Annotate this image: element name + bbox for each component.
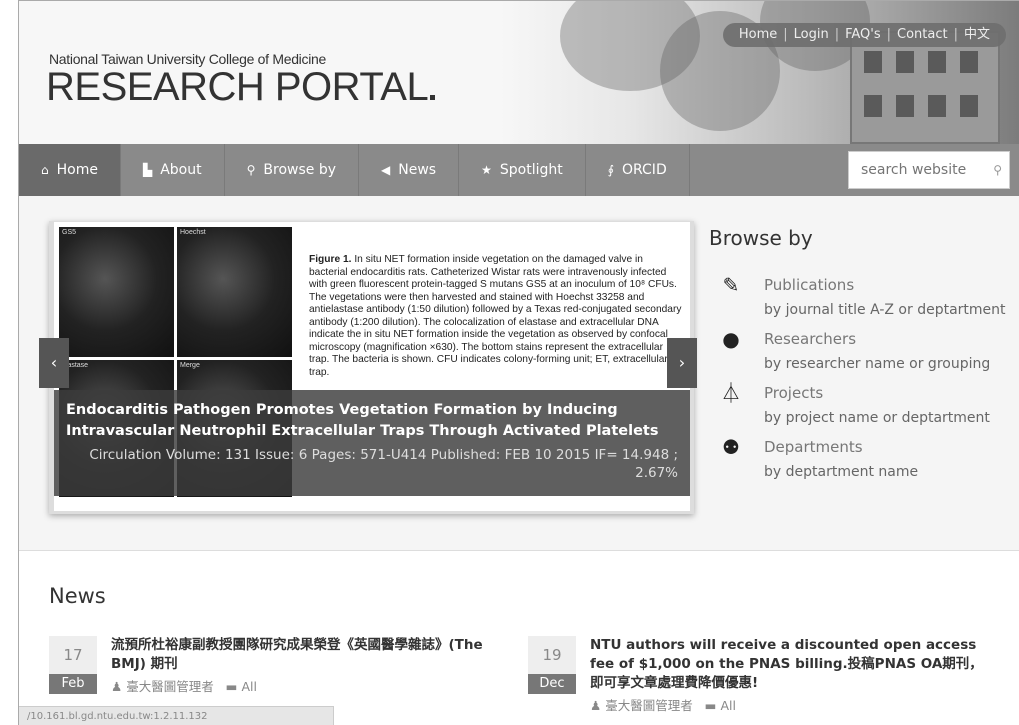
browse-researchers[interactable]: ● Researchers by researcher name or grou… bbox=[709, 328, 1009, 374]
browser-status-bar: /10.161.bl.gd.ntu.edu.tw:1.2.11.132 bbox=[19, 706, 334, 725]
building-image bbox=[850, 31, 1000, 144]
browse-projects-label[interactable]: Projects bbox=[764, 382, 1009, 404]
browse-researchers-label[interactable]: Researchers bbox=[764, 328, 1009, 350]
home-icon: ⌂ bbox=[41, 163, 49, 177]
nav-orcid[interactable]: ∮ ORCID bbox=[586, 144, 690, 196]
slider-prev-button[interactable]: ‹ bbox=[39, 338, 69, 388]
browse-publications-desc: by journal title A-Z or deptartment bbox=[764, 302, 1006, 318]
nav-about[interactable]: ▙ About bbox=[121, 144, 225, 196]
search-input[interactable] bbox=[848, 151, 1010, 189]
nav-spotlight[interactable]: ★ Spotlight bbox=[459, 144, 586, 196]
news-author: 臺大醫圖管理者 bbox=[126, 679, 214, 694]
toplink-login[interactable]: Login bbox=[788, 23, 835, 47]
news-category[interactable]: All bbox=[241, 679, 257, 694]
nav-home-label: Home bbox=[56, 162, 98, 178]
search-submit-icon[interactable]: ⚲ bbox=[993, 163, 1002, 177]
news-item[interactable]: 19 Dec NTU authors will receive a discou… bbox=[528, 636, 1003, 714]
top-links: Home | Login | FAQ's | Contact | 中文 bbox=[722, 23, 1006, 47]
featured-slider[interactable]: GS5 Hoechst elastase Merge Figure 1. In … bbox=[54, 222, 690, 511]
browse-by-title: Browse by bbox=[709, 226, 813, 250]
browse-departments[interactable]: ⚉ Departments by deptartment name bbox=[709, 436, 1009, 482]
browse-departments-desc: by deptartment name bbox=[764, 464, 919, 480]
date-month: Dec bbox=[528, 674, 576, 694]
search-icon: ⚲ bbox=[246, 163, 256, 177]
slider-next-button[interactable]: › bbox=[667, 338, 697, 388]
toplink-contact[interactable]: Contact bbox=[891, 23, 954, 47]
main-content: GS5 Hoechst elastase Merge Figure 1. In … bbox=[19, 196, 1019, 551]
news-meta: ♟ 臺大醫圖管理者 ▬ All bbox=[111, 676, 496, 695]
browser-viewport: National Taiwan University College of Me… bbox=[18, 0, 1019, 725]
news-author: 臺大醫圖管理者 bbox=[605, 698, 693, 713]
toplink-faq[interactable]: FAQ's bbox=[839, 23, 887, 47]
date-day: 17 bbox=[49, 636, 97, 674]
file-icon: ▙ bbox=[142, 163, 153, 177]
nav-home[interactable]: ⌂ Home bbox=[19, 144, 121, 196]
site-header: National Taiwan University College of Me… bbox=[19, 1, 1019, 144]
news-item[interactable]: 17 Feb 流預所杜裕康副教授團隊研究成果榮登《英國醫學雜誌》(The BMJ… bbox=[49, 636, 504, 695]
nav-browse-by[interactable]: ⚲ Browse by bbox=[225, 144, 360, 196]
link-icon: ∮ bbox=[607, 163, 614, 177]
date-badge: 19 Dec bbox=[528, 636, 576, 714]
logo-dot bbox=[430, 95, 436, 100]
folder-icon: ▬ bbox=[225, 679, 238, 694]
flask-icon: ⏃ bbox=[721, 381, 741, 405]
micrograph-hoechst: Hoechst bbox=[177, 227, 292, 357]
user-icon: ♟ bbox=[590, 698, 602, 713]
browse-projects[interactable]: ⏃ Projects by project name or deptartmen… bbox=[709, 382, 1009, 428]
slide-meta: Circulation Volume: 131 Issue: 6 Pages: … bbox=[89, 447, 678, 481]
news-category[interactable]: All bbox=[720, 698, 736, 713]
main-nav: ⌂ Home ▙ About ⚲ Browse by ◀ News ★ Spot… bbox=[19, 144, 1019, 196]
browse-projects-desc: by project name or deptartment bbox=[764, 410, 990, 426]
toplink-home[interactable]: Home bbox=[733, 23, 783, 47]
folder-icon: ▬ bbox=[704, 698, 717, 713]
nav-spotlight-label: Spotlight bbox=[499, 162, 563, 178]
toplink-chinese[interactable]: 中文 bbox=[958, 23, 996, 47]
nav-about-label: About bbox=[160, 162, 202, 178]
date-month: Feb bbox=[49, 674, 97, 694]
pencil-icon: ✎ bbox=[722, 273, 740, 297]
browse-publications-label[interactable]: Publications bbox=[764, 274, 1009, 296]
date-day: 19 bbox=[528, 636, 576, 674]
figure-caption: Figure 1. In situ NET formation inside v… bbox=[309, 254, 682, 378]
slide-title[interactable]: Endocarditis Pathogen Promotes Vegetatio… bbox=[66, 400, 678, 442]
news-title: News bbox=[49, 584, 106, 608]
browse-publications[interactable]: ✎ Publications by journal title A-Z or d… bbox=[709, 274, 1009, 320]
browse-departments-label[interactable]: Departments bbox=[764, 436, 1009, 458]
micrograph-gs5: GS5 bbox=[59, 227, 174, 357]
nav-orcid-label: ORCID bbox=[621, 162, 667, 178]
news-section: News 17 Feb 流預所杜裕康副教授團隊研究成果榮登《英國醫學雜誌》(Th… bbox=[19, 551, 1019, 725]
news-headline[interactable]: NTU authors will receive a discounted op… bbox=[590, 636, 995, 693]
date-badge: 17 Feb bbox=[49, 636, 97, 695]
group-icon: ⚉ bbox=[722, 435, 740, 459]
news-meta: ♟ 臺大醫圖管理者 ▬ All bbox=[590, 695, 995, 714]
user-icon: ● bbox=[722, 327, 740, 351]
logo-title[interactable]: RESEARCH PORTAL bbox=[46, 67, 436, 107]
nav-browse-by-label: Browse by bbox=[263, 162, 337, 178]
star-icon: ★ bbox=[481, 163, 492, 177]
browse-researchers-desc: by researcher name or grouping bbox=[764, 356, 991, 372]
browse-by-panel: Browse by ✎ Publications by journal titl… bbox=[709, 226, 1009, 490]
user-icon: ♟ bbox=[111, 679, 123, 694]
news-headline[interactable]: 流預所杜裕康副教授團隊研究成果榮登《英國醫學雜誌》(The BMJ) 期刊 bbox=[111, 636, 496, 674]
nav-news[interactable]: ◀ News bbox=[359, 144, 460, 196]
slide-caption: Endocarditis Pathogen Promotes Vegetatio… bbox=[54, 390, 690, 496]
nav-news-label: News bbox=[398, 162, 437, 178]
megaphone-icon: ◀ bbox=[381, 163, 391, 177]
